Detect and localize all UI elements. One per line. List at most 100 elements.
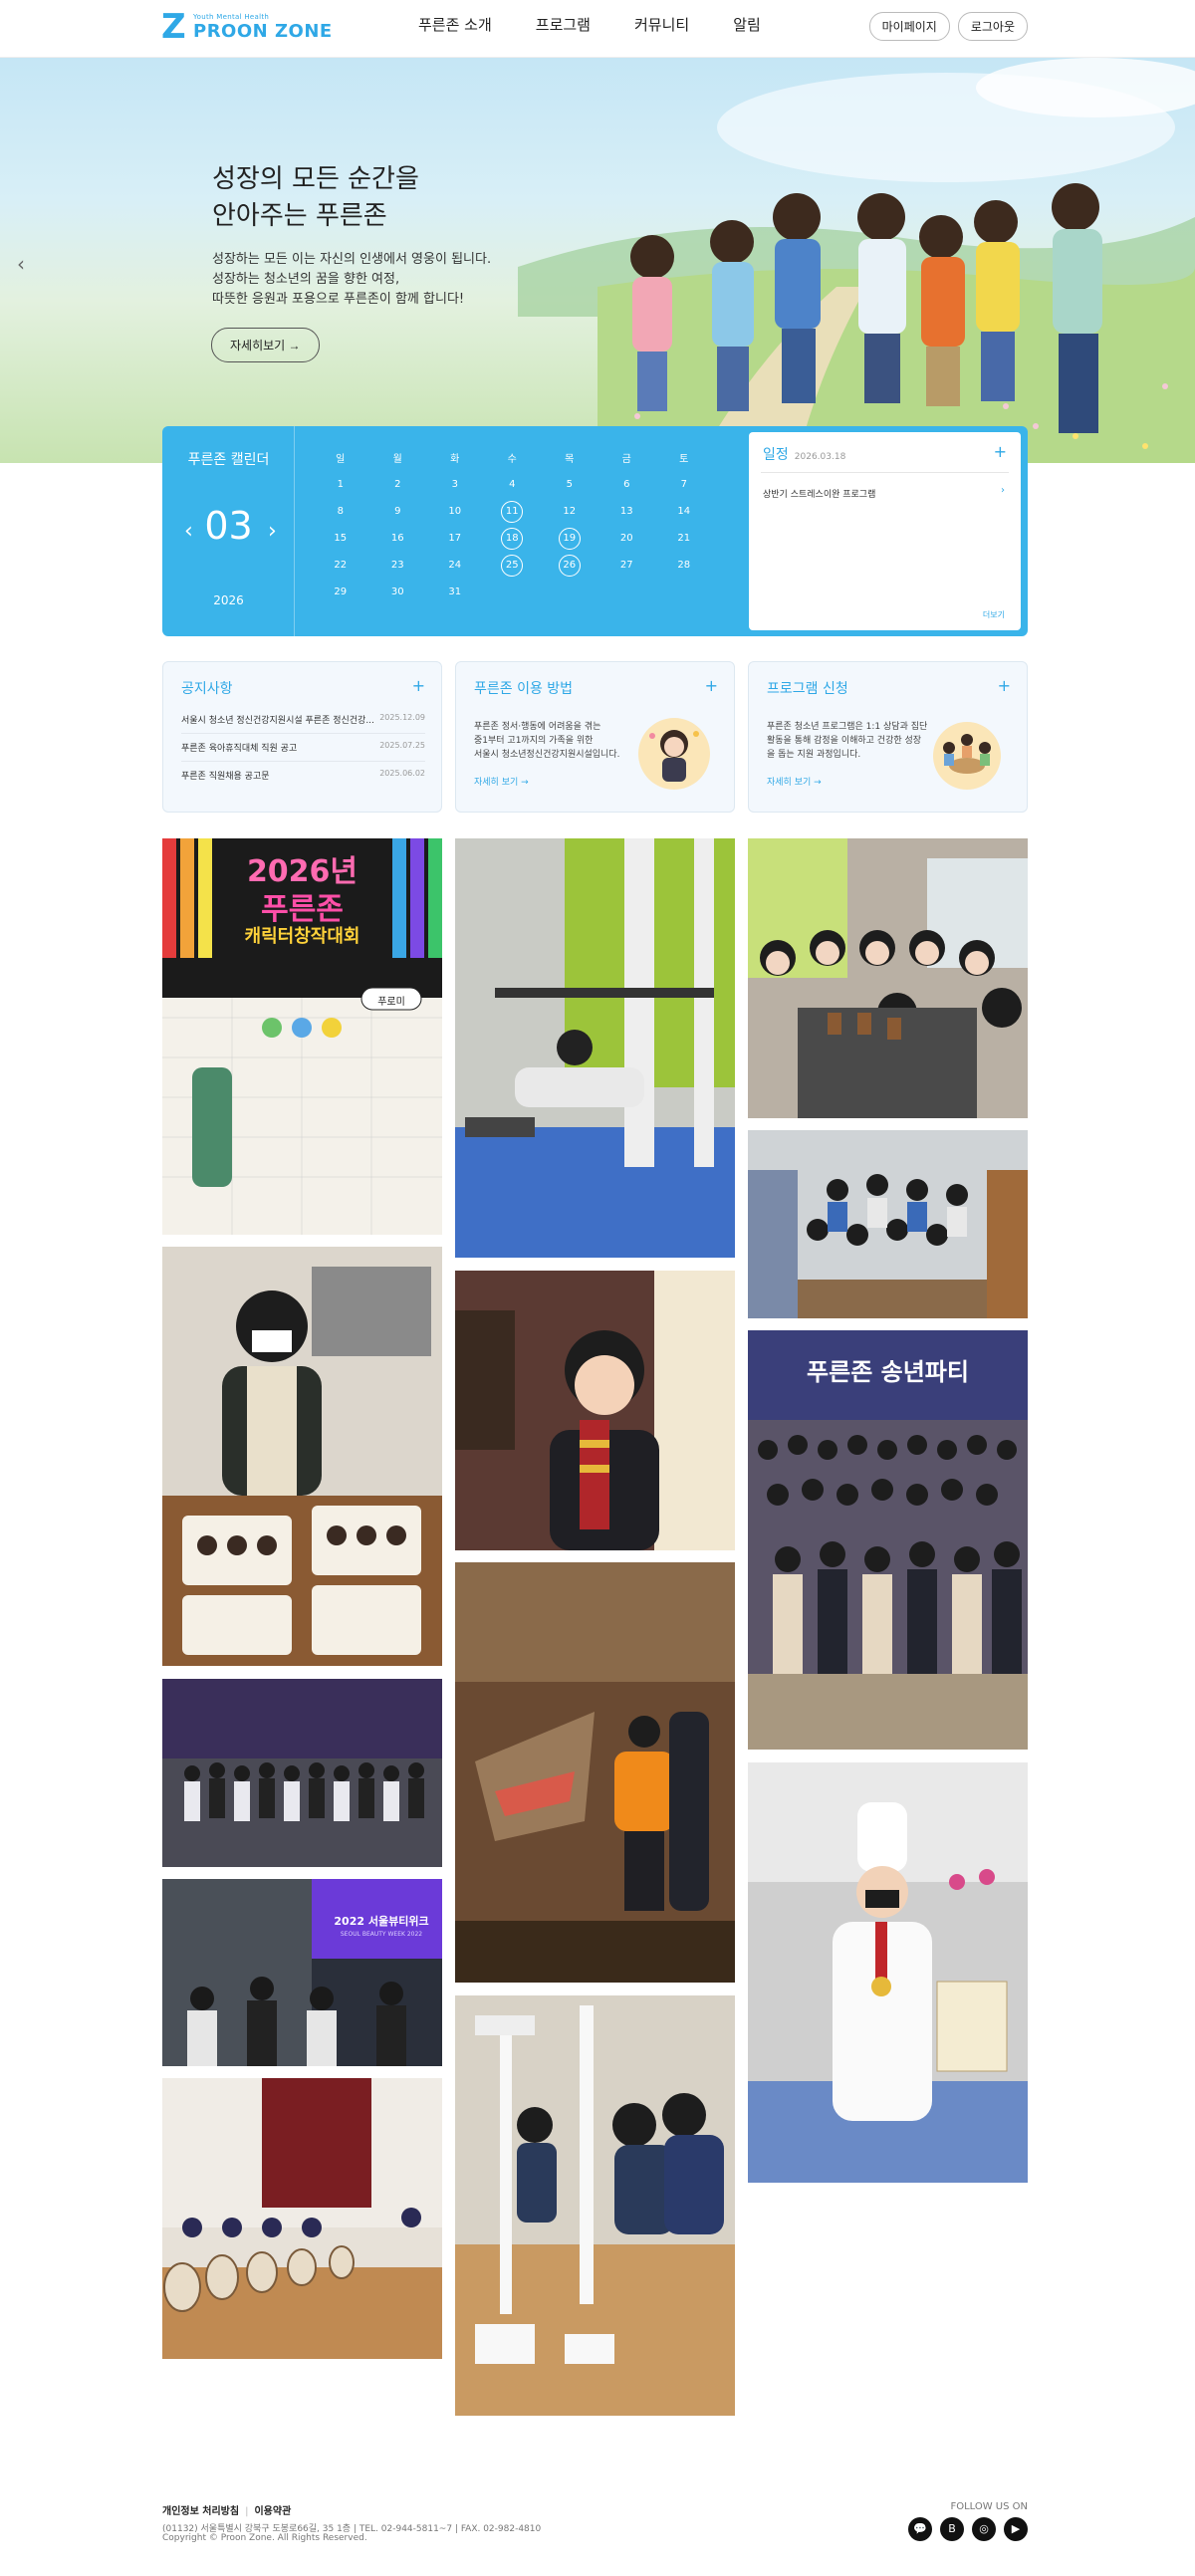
calendar-day[interactable]: 29 <box>312 586 369 597</box>
kakao-icon[interactable]: 💬 <box>908 2517 932 2541</box>
calendar-day[interactable]: 18 <box>484 527 542 550</box>
calendar-day[interactable]: 19 <box>541 527 598 550</box>
hero-prev-arrow-icon[interactable]: ‹ <box>17 252 25 276</box>
calendar-day[interactable]: 20 <box>598 533 656 544</box>
calendar-day[interactable]: 11 <box>484 500 542 523</box>
gallery-photo-chef[interactable] <box>748 1762 1028 2183</box>
gallery-photo-gym[interactable] <box>455 838 735 1258</box>
site-footer: 개인정보 처리방침 | 이용약관 (01132) 서울특별시 강북구 도봉로66길,… <box>0 2477 1195 2576</box>
logo[interactable]: Z Youth Mental Health PROON ZONE <box>161 9 333 45</box>
gallery-photo-costume[interactable] <box>455 1271 735 1550</box>
calendar-day[interactable]: 16 <box>369 533 427 544</box>
calendar-day-number: 23 <box>390 560 404 571</box>
weekday-label: 금 <box>621 454 631 465</box>
terms-link[interactable]: 이용약관 <box>254 2506 291 2517</box>
calendar-day[interactable]: 24 <box>426 560 484 571</box>
calendar-day[interactable]: 15 <box>312 533 369 544</box>
gallery-photo-museum[interactable] <box>455 1562 735 1983</box>
museum-dinosaur-photo-icon <box>455 1562 735 1983</box>
nav-item-about[interactable]: 푸른존 소개 <box>418 14 492 35</box>
nav-item-notice[interactable]: 알림 <box>733 14 761 35</box>
apply-title: 프로그램 신청 <box>767 681 848 697</box>
schedule-plus-icon[interactable]: + <box>994 442 1007 461</box>
nav-item-community[interactable]: 커뮤니티 <box>634 14 689 35</box>
gallery-photo-tower[interactable] <box>455 1995 735 2416</box>
calendar-day[interactable]: 17 <box>426 533 484 544</box>
weekday-label: 토 <box>679 454 689 465</box>
calendar-day[interactable]: 23 <box>369 560 427 571</box>
privacy-policy-link[interactable]: 개인정보 처리방침 <box>162 2506 239 2517</box>
calendar-day[interactable]: 3 <box>426 479 484 490</box>
calendar-day-number: 4 <box>509 479 516 490</box>
apply-plus-icon[interactable]: + <box>998 676 1011 695</box>
gallery-photo-group-stadium[interactable] <box>162 1679 442 1867</box>
usage-more-link[interactable]: 자세히 보기 → <box>474 775 529 788</box>
calendar-day[interactable]: 10 <box>426 506 484 517</box>
mypage-button[interactable]: 마이페이지 <box>868 12 950 41</box>
gallery-photo-classroom[interactable] <box>748 1130 1028 1318</box>
notice-title: 공지사항 <box>181 681 233 697</box>
calendar-next-month-icon[interactable]: › <box>268 519 277 544</box>
calendar-day-number: 5 <box>566 479 573 490</box>
notice-row[interactable]: 서울시 청소년 정신건강지원시설 푸른존 정신건강... 2025.12.09 <box>181 713 425 734</box>
calendar-day-number: 17 <box>448 533 462 544</box>
calendar-day[interactable]: 13 <box>598 506 656 517</box>
apply-more-link[interactable]: 자세히 보기 → <box>767 775 822 788</box>
gallery-photo-beauty-week[interactable]: 2022 서울뷰티위크 SEOUL BEAUTY WEEK 2022 <box>162 1879 442 2066</box>
group-stadium-photo-icon <box>162 1679 442 1867</box>
schedule-date: 2026.03.18 <box>794 452 846 462</box>
notice-plus-icon[interactable]: + <box>412 676 425 695</box>
calendar-day-number: 3 <box>451 479 458 490</box>
usage-plus-icon[interactable]: + <box>705 676 718 695</box>
poster-bubble: 푸로미 <box>377 997 405 1008</box>
nav-item-program[interactable]: 프로그램 <box>536 14 591 35</box>
calendar-day[interactable]: 9 <box>369 506 427 517</box>
calendar-day[interactable]: 2 <box>369 479 427 490</box>
schedule-more-link[interactable]: 더보기 <box>983 609 1005 620</box>
calendar-day[interactable]: 27 <box>598 560 656 571</box>
cooking-class-photo-icon <box>162 1247 442 1666</box>
instagram-icon[interactable]: ◎ <box>972 2517 996 2541</box>
calendar-day[interactable]: 5 <box>541 479 598 490</box>
calendar-day[interactable]: 8 <box>312 506 369 517</box>
schedule-item[interactable]: 상반기 스트레스이완 프로그램 <box>763 487 875 500</box>
schedule-box: 일정 2026.03.18 + 상반기 스트레스이완 프로그램 › 더보기 <box>749 432 1021 630</box>
calendar-day[interactable]: 25 <box>484 554 542 577</box>
calendar-day[interactable]: 7 <box>655 479 713 490</box>
calendar-day[interactable]: 26 <box>541 554 598 577</box>
beauty-week-subbanner: SEOUL BEAUTY WEEK 2022 <box>340 1931 423 1938</box>
calendar-day[interactable]: 30 <box>369 586 427 597</box>
calendar-day-number: 25 <box>501 554 524 577</box>
calendar-day[interactable]: 28 <box>655 560 713 571</box>
calendar-day[interactable]: 12 <box>541 506 598 517</box>
usage-description: 푸른존 정서·행동에 어려움을 겪는 중1부터 고1까지의 가족을 위한 서울시… <box>474 722 620 760</box>
chevron-right-icon[interactable]: › <box>1001 485 1005 496</box>
calendar-day[interactable]: 21 <box>655 533 713 544</box>
group-counseling-illustration-icon <box>933 722 1001 790</box>
hero-more-button[interactable]: 자세히보기 → <box>211 328 320 362</box>
calendar-day[interactable]: 31 <box>426 586 484 597</box>
girl-illustration-icon <box>638 718 710 790</box>
calendar-day[interactable]: 6 <box>598 479 656 490</box>
usage-card: 푸른존 이용 방법 + 푸른존 정서·행동에 어려움을 겪는 중1부터 고1까지… <box>455 661 735 813</box>
classroom-group-photo-icon <box>748 1130 1028 1318</box>
gallery-photo-cooking[interactable] <box>162 1247 442 1666</box>
logout-button[interactable]: 로그아웃 <box>957 12 1028 41</box>
calendar-day[interactable]: 1 <box>312 479 369 490</box>
drum-performance-photo-icon <box>162 2078 442 2359</box>
gallery-photo-drums[interactable] <box>162 2078 442 2359</box>
blog-icon[interactable]: B <box>940 2517 964 2541</box>
calendar-day-number: 10 <box>448 506 462 517</box>
notice-row[interactable]: 푸른존 직원채용 공고문 2025.06.02 <box>181 769 425 789</box>
youtube-icon[interactable]: ▶ <box>1004 2517 1028 2541</box>
logo-subtitle: Youth Mental Health <box>193 12 270 21</box>
main-nav: 푸른존 소개 프로그램 커뮤니티 알림 <box>418 14 761 35</box>
gallery-photo-poster[interactable]: 2026년 푸른존 캐릭터창작대회 푸로미 <box>162 838 442 1235</box>
gallery-photo-party[interactable]: 푸른존 송년파티 <box>748 1330 1028 1750</box>
calendar-day-number: 27 <box>619 560 633 571</box>
calendar-day[interactable]: 14 <box>655 506 713 517</box>
calendar-day[interactable]: 4 <box>484 479 542 490</box>
calendar-day[interactable]: 22 <box>312 560 369 571</box>
gallery-photo-cafe[interactable] <box>748 838 1028 1118</box>
notice-row[interactable]: 푸른존 육아휴직대체 직원 공고 2025.07.25 <box>181 741 425 762</box>
